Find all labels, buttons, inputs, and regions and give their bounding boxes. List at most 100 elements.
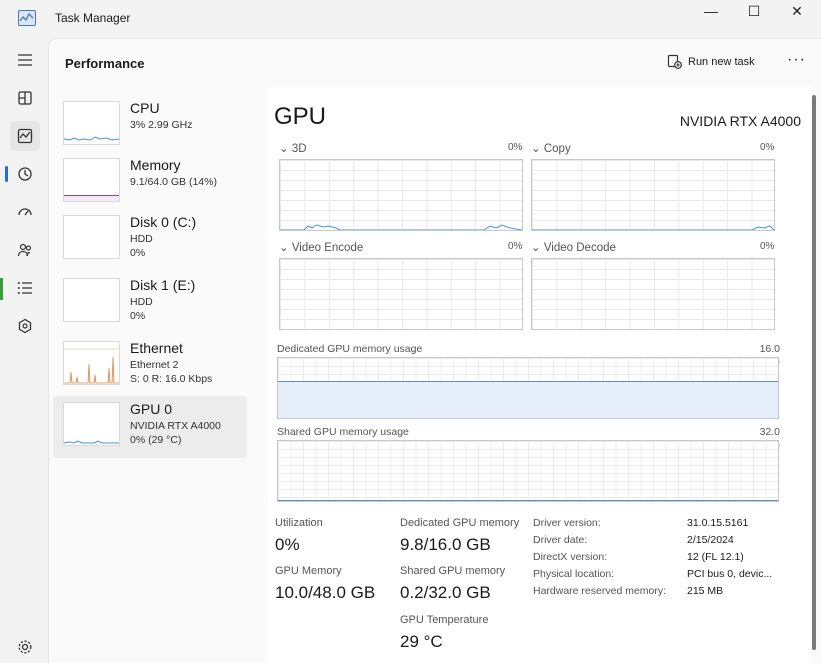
graph-video-encode-name: Video Encode	[291, 242, 364, 254]
navigation-rail	[0, 38, 48, 663]
gpu-memory-value: 10.0/48.0 GB	[275, 583, 376, 602]
memory-thumbnail-graph	[63, 158, 120, 202]
shared-memory-graph	[277, 440, 779, 502]
sidebar-item-detail: 3% 2.99 GHz	[130, 119, 193, 131]
driver-date-value: 2/15/2024	[687, 534, 734, 546]
disk-1-thumbnail-graph	[63, 278, 120, 322]
chevron-down-icon: ⌄	[279, 143, 289, 155]
sidebar-item-memory[interactable]: Memory 9.1/64.0 GB (14%)	[53, 152, 247, 214]
sidebar-item-disk-0[interactable]: Disk 0 (C:) HDD 0%	[53, 209, 247, 271]
driver-date-label: Driver date:	[533, 534, 588, 546]
disk-0-thumbnail-graph	[63, 215, 120, 259]
sidebar-item-name: Disk 0 (C:)	[130, 214, 197, 230]
hamburger-menu-icon[interactable]	[10, 45, 40, 75]
sidebar-item-disk-1[interactable]: Disk 1 (E:) HDD 0%	[53, 272, 247, 334]
graph-video-decode-percent: 0%	[760, 241, 775, 252]
sidebar-item-detail: NVIDIA RTX A4000	[130, 420, 221, 432]
sidebar-item-detail: S: 0 R: 16.0 Kbps	[130, 373, 213, 385]
dedicated-memory-fill	[278, 381, 778, 418]
graph-video-decode-name: Video Decode	[543, 242, 616, 254]
sidebar-item-detail: 0%	[130, 247, 146, 259]
gpu-memory-label: GPU Memory	[275, 565, 342, 577]
dedicated-memory-graph	[277, 357, 779, 419]
title-bar: Task Manager — ☐ ✕	[0, 0, 821, 38]
gpu-temperature-value: 29 °C	[400, 632, 443, 651]
graph-3d	[279, 159, 523, 231]
dedicated-memory-label: Dedicated GPU memory usage	[277, 343, 423, 355]
directx-version-value: 12 (FL 12.1)	[687, 551, 744, 563]
shared-memory-fill	[278, 500, 778, 501]
gpu-model-name: NVIDIA RTX A4000	[679, 113, 801, 129]
page-title: Performance	[65, 56, 145, 71]
sidebar-item-name: Ethernet	[130, 340, 183, 356]
sidebar-item-cpu[interactable]: CPU 3% 2.99 GHz	[53, 95, 247, 157]
vertical-scrollbar[interactable]	[812, 95, 816, 650]
gpu-0-thumbnail-graph	[63, 402, 120, 446]
shared-memory-label: Shared GPU memory usage	[277, 426, 409, 438]
physical-location-label: Physical location:	[533, 568, 615, 580]
chevron-down-icon: ⌄	[279, 242, 289, 254]
minimize-button[interactable]: —	[689, 0, 733, 22]
graph-video-decode-label[interactable]: ⌄ Video Decode	[531, 240, 616, 254]
sidebar-item-detail: Ethernet 2	[130, 359, 179, 371]
performance-icon[interactable]	[10, 121, 40, 151]
startup-apps-icon[interactable]	[10, 197, 40, 227]
graph-copy-name: Copy	[543, 143, 571, 155]
dedicated-gpu-memory-label: Dedicated GPU memory	[400, 517, 520, 529]
sidebar-item-detail: HDD	[130, 233, 153, 245]
dedicated-gpu-memory-value: 9.8/16.0 GB	[400, 535, 491, 554]
details-icon[interactable]	[10, 273, 40, 303]
ethernet-thumbnail-graph	[63, 341, 120, 385]
graph-video-decode	[531, 258, 775, 330]
sidebar-item-ethernet[interactable]: Ethernet Ethernet 2 S: 0 R: 16.0 Kbps	[53, 335, 247, 397]
graph-3d-percent: 0%	[508, 142, 523, 153]
gpu-detail-panel: GPU NVIDIA RTX A4000 ⌄ 3D 0% ⌄ Copy 0% ⌄…	[267, 87, 811, 663]
graph-3d-name: 3D	[291, 143, 307, 155]
maximize-button[interactable]: ☐	[732, 0, 776, 22]
chevron-down-icon: ⌄	[531, 143, 541, 155]
driver-version-label: Driver version:	[533, 517, 601, 529]
content-area: Performance Run new task ··· CPU 3% 2.99…	[48, 38, 821, 663]
settings-icon[interactable]	[10, 632, 40, 662]
users-icon[interactable]	[10, 235, 40, 265]
graph-video-encode-label[interactable]: ⌄ Video Encode	[279, 240, 363, 254]
sidebar-item-name: Memory	[130, 157, 181, 173]
gpu-title: GPU	[274, 103, 327, 130]
directx-version-label: DirectX version:	[533, 551, 608, 563]
sidebar-item-gpu-0[interactable]: GPU 0 NVIDIA RTX A4000 0% (29 °C)	[53, 396, 247, 458]
physical-location-value: PCI bus 0, devic...	[687, 568, 773, 580]
cpu-thumbnail-graph	[63, 101, 120, 145]
services-icon[interactable]	[10, 311, 40, 341]
sidebar-item-detail: 0%	[130, 310, 146, 322]
run-new-task-button[interactable]: Run new task	[667, 54, 755, 69]
run-new-task-icon	[667, 54, 682, 69]
sidebar-item-name: GPU 0	[130, 401, 173, 417]
run-new-task-label: Run new task	[688, 55, 755, 68]
window-title: Task Manager	[55, 11, 131, 25]
graph-video-encode-percent: 0%	[508, 241, 523, 252]
utilization-value: 0%	[275, 535, 300, 554]
graph-copy-label[interactable]: ⌄ Copy	[531, 141, 571, 155]
sidebar-item-name: Disk 1 (E:)	[130, 277, 196, 293]
chevron-down-icon: ⌄	[531, 242, 541, 254]
header-bar: Performance Run new task ···	[49, 39, 821, 87]
sidebar-item-detail: 9.1/64.0 GB (14%)	[130, 176, 217, 188]
hardware-reserved-memory-label: Hardware reserved memory:	[533, 585, 667, 597]
sidebar-item-detail: 0% (29 °C)	[130, 434, 182, 446]
close-button[interactable]: ✕	[775, 0, 819, 22]
sidebar-item-detail: HDD	[130, 296, 153, 308]
more-options-button[interactable]: ···	[787, 51, 806, 69]
task-manager-app-icon	[18, 10, 36, 26]
graph-video-encode	[279, 258, 523, 330]
hardware-reserved-memory-value: 215 MB	[687, 585, 724, 597]
shared-gpu-memory-label: Shared GPU memory	[400, 565, 506, 577]
app-history-icon[interactable]	[10, 159, 40, 189]
gpu-temperature-label: GPU Temperature	[400, 614, 489, 626]
utilization-label: Utilization	[275, 517, 323, 529]
processes-icon[interactable]	[10, 83, 40, 113]
shared-gpu-memory-value: 0.2/32.0 GB	[400, 583, 491, 602]
graph-copy-percent: 0%	[760, 142, 775, 153]
driver-version-value: 31.0.15.5161	[687, 517, 749, 529]
graph-3d-label[interactable]: ⌄ 3D	[279, 141, 307, 155]
sidebar-item-name: CPU	[130, 100, 160, 116]
